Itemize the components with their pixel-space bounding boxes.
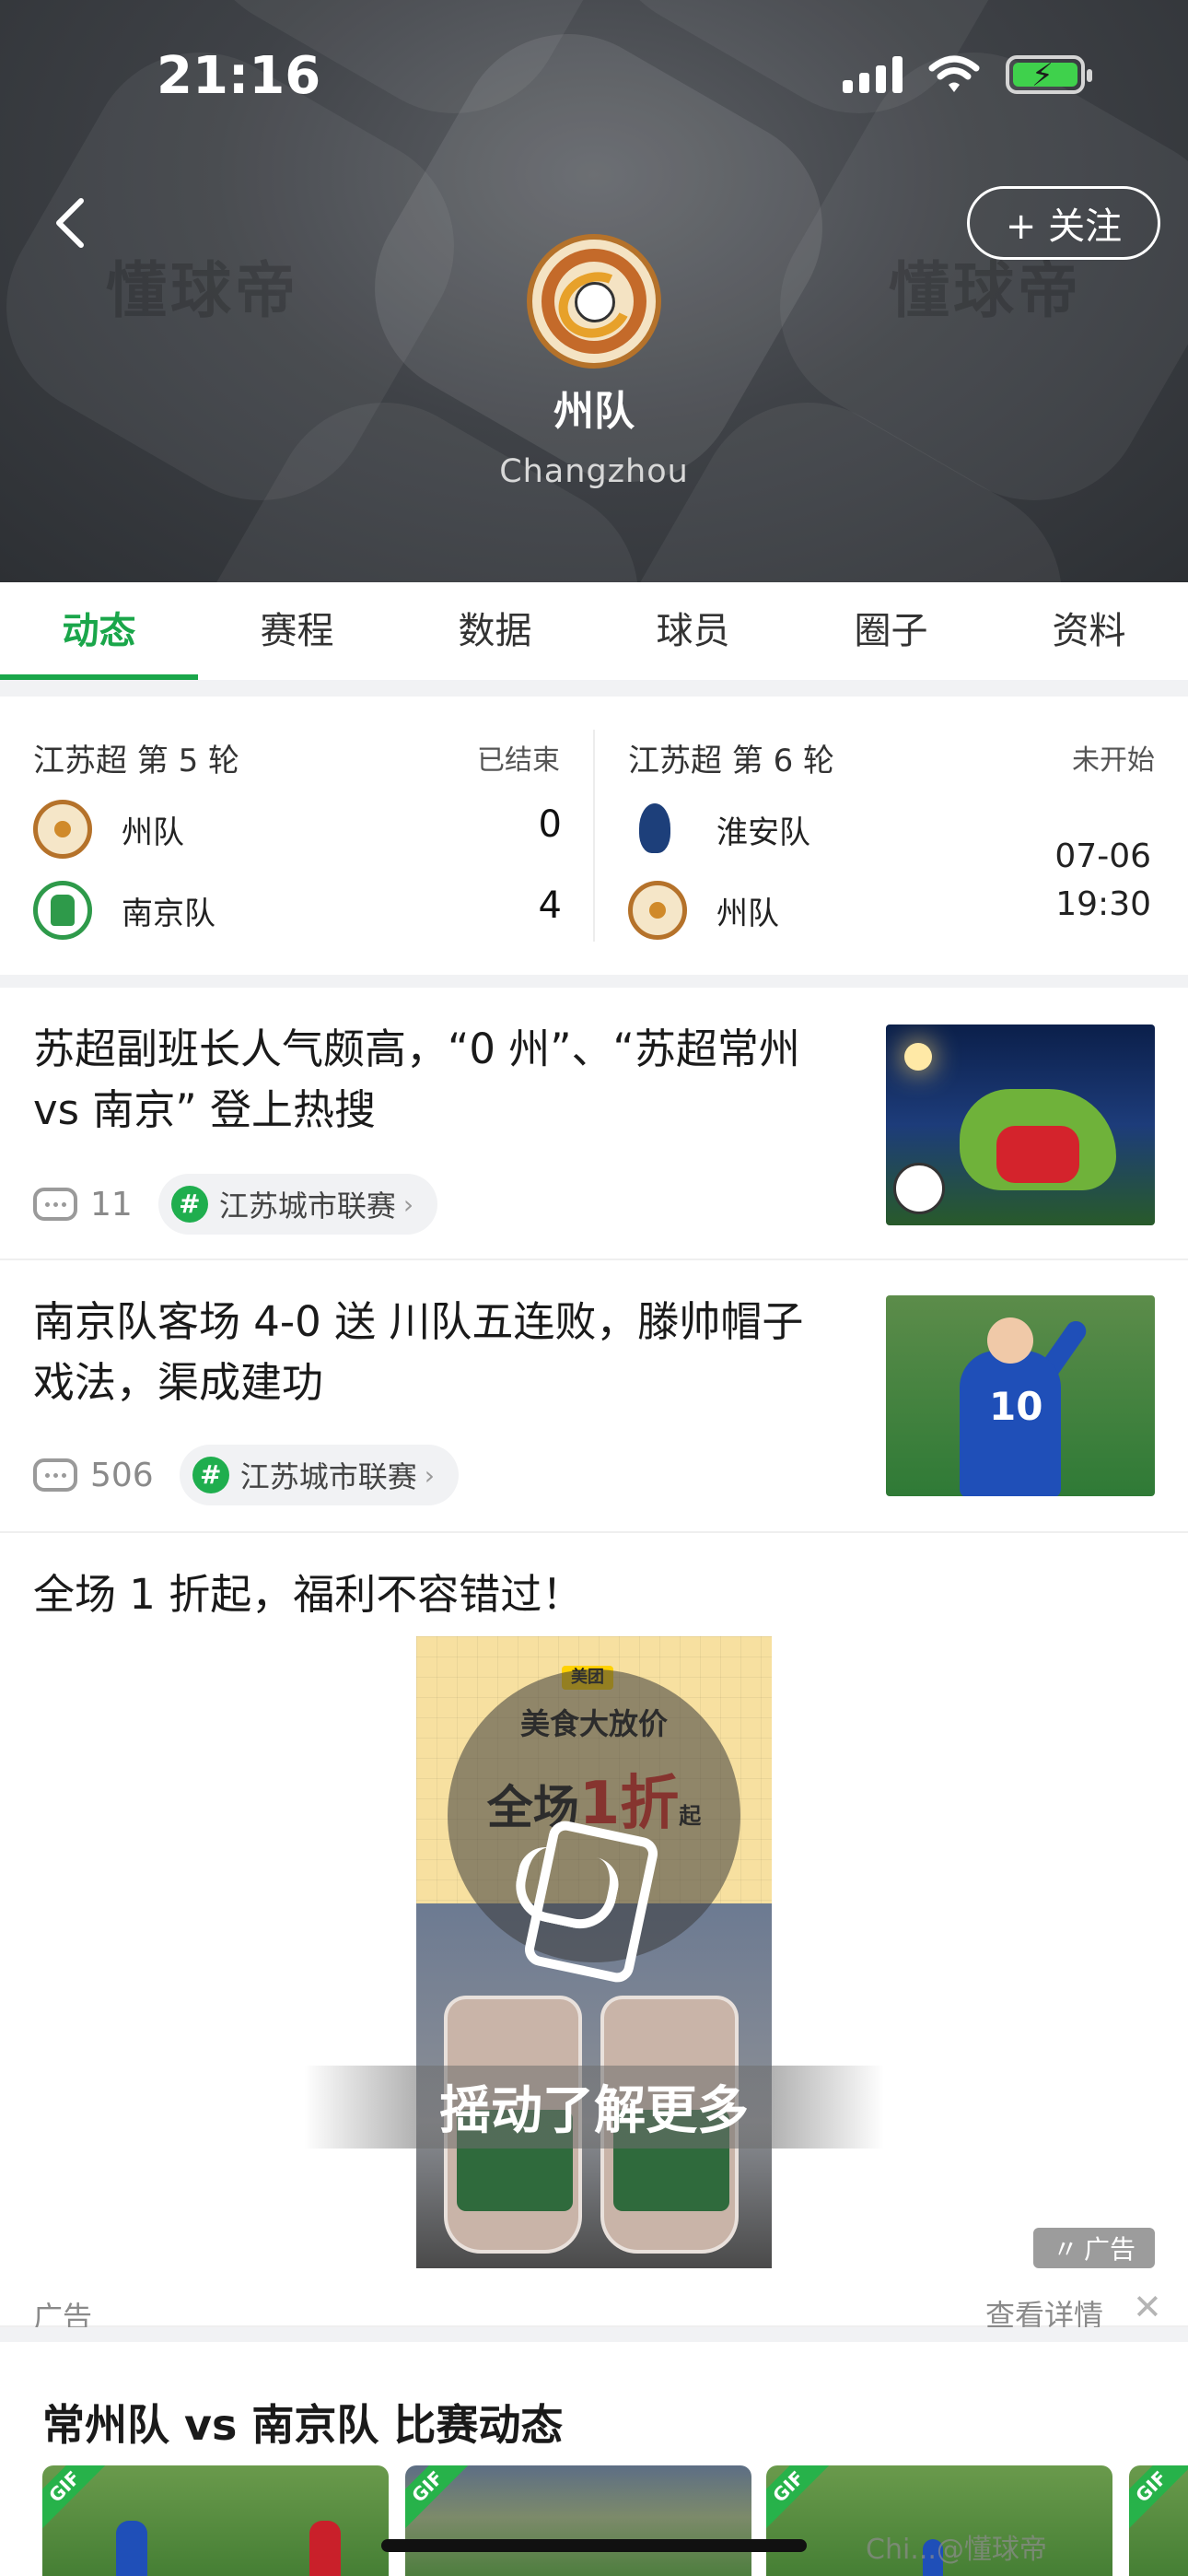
topic-tag-label: 江苏城市联赛: [218, 1188, 396, 1224]
team-logo: [527, 234, 661, 369]
match-date: 07-06: [1054, 837, 1151, 875]
tab-dynamics[interactable]: 动态: [0, 582, 198, 680]
watermark-left: 懂球帝: [106, 255, 299, 326]
news-meta: 506 # 江苏城市联赛 ›: [33, 1445, 459, 1505]
highlight-gif-card[interactable]: GIF: [1129, 2465, 1188, 2576]
changzhou-logo-icon: [33, 800, 92, 859]
follow-button[interactable]: + 关注: [967, 186, 1160, 260]
highlight-gif-card[interactable]: GIF: [42, 2465, 389, 2576]
highlights-title: 常州队 vs 南京队 比赛动态: [42, 2400, 564, 2450]
topic-tag[interactable]: # 江苏城市联赛 ›: [179, 1445, 459, 1505]
team-name: 州队: [122, 814, 184, 851]
tab-schedule[interactable]: 赛程: [198, 582, 396, 680]
news-title: 南京队客场 4-0 送 川队五连败，滕帅帽子戏法，渠成建功: [33, 1297, 804, 1407]
nanjing-logo-icon: [33, 881, 92, 940]
gif-badge: GIF: [405, 2465, 470, 2529]
status-time: 21:16: [157, 46, 321, 106]
gif-badge: GIF: [1129, 2465, 1188, 2529]
team-name: 州队: [716, 896, 779, 932]
match-status: 已结束: [477, 744, 560, 777]
tab-players[interactable]: 球员: [594, 582, 792, 680]
corner-watermark: Chi...@懂球帝: [866, 2534, 1047, 2566]
match-team-row: 南京队 4: [33, 879, 562, 943]
cellular-signal-icon: [843, 56, 903, 93]
battery-charging-icon: ⚡: [1006, 55, 1092, 94]
highlight-gif-card[interactable]: GIF: [405, 2465, 751, 2576]
topic-tag-label: 江苏城市联赛: [239, 1459, 417, 1494]
huaian-logo-icon: [628, 800, 687, 859]
news-thumbnail: 10: [886, 1295, 1155, 1496]
gif-badge: GIF: [766, 2465, 831, 2529]
topic-tag[interactable]: # 江苏城市联赛 ›: [157, 1174, 438, 1235]
tab-community[interactable]: 圈子: [792, 582, 990, 680]
status-icons: ⚡: [843, 55, 1092, 94]
gif-badge: GIF: [42, 2465, 107, 2529]
tab-info[interactable]: 资料: [990, 582, 1188, 680]
wifi-icon: [928, 55, 980, 92]
comment-icon: [33, 1188, 77, 1221]
team-name: 南京队: [122, 896, 215, 932]
news-thumbnail: [886, 1025, 1155, 1225]
tab-stats[interactable]: 数据: [396, 582, 594, 680]
match-league: 江苏超 第 5 轮: [33, 743, 240, 779]
back-arrow-icon[interactable]: [48, 195, 94, 251]
match-time: 19:30: [1055, 885, 1151, 923]
match-team-row: 州队 0: [33, 798, 562, 862]
team-score: 4: [538, 884, 562, 927]
team-header: 懂球帝 懂球帝 21:16 ⚡ + 关注 州队 Changzhou: [0, 0, 1188, 582]
home-indicator[interactable]: [381, 2539, 807, 2552]
team-score: 0: [538, 803, 562, 846]
section-divider: [0, 2327, 1188, 2342]
team-name: 州队: [553, 388, 635, 435]
comment-count: 506: [90, 1456, 154, 1494]
chevron-right-icon: ›: [424, 1459, 435, 1491]
ad-badge: 〃 广告: [1033, 2228, 1155, 2268]
news-item[interactable]: 苏超副班长人气颇高，“0 州”、“苏超常州 vs 南京” 登上热搜 11 # 江…: [0, 988, 1188, 1260]
follow-label: + 关注: [1005, 205, 1123, 248]
section-divider: [0, 975, 1188, 988]
team-name-en: Changzhou: [499, 453, 689, 490]
hashtag-icon: #: [192, 1457, 229, 1493]
match-datetime: 07-06 19:30: [1054, 833, 1151, 929]
comment-icon: [33, 1458, 77, 1492]
ad-badge-icon: 〃: [1052, 2234, 1078, 2265]
team-name: 淮安队: [716, 814, 810, 851]
news-meta: 11 # 江苏城市联赛 ›: [33, 1174, 438, 1235]
chevron-right-icon: ›: [402, 1188, 414, 1220]
match-status: 未开始: [1072, 744, 1155, 777]
hashtag-icon: #: [170, 1186, 208, 1223]
match-card-round5[interactable]: 江苏超 第 5 轮 已结束 州队 0 南京队 4: [0, 697, 593, 975]
ad-title: 全场 1 折起，福利不容错过！: [33, 1570, 584, 1619]
match-cards: 江苏超 第 5 轮 已结束 州队 0 南京队 4 江苏超 第 6 轮 未开始 淮…: [0, 697, 1188, 975]
changzhou-logo-icon: [628, 881, 687, 940]
close-icon[interactable]: ✕: [1133, 2287, 1162, 2327]
comment-count: 11: [90, 1185, 133, 1224]
section-divider: [0, 680, 1188, 697]
ad-badge-label: 广告: [1084, 2234, 1136, 2265]
shake-prompt: 摇动了解更多: [439, 2081, 749, 2141]
match-card-round6[interactable]: 江苏超 第 6 轮 未开始 淮安队 州队 07-06 19:30: [595, 697, 1188, 975]
tab-bar: 动态 赛程 数据 球员 圈子 资料: [0, 582, 1188, 680]
news-item[interactable]: 南京队客场 4-0 送 川队五连败，滕帅帽子戏法，渠成建功 10 506 # 江…: [0, 1260, 1188, 1533]
news-title: 苏超副班长人气颇高，“0 州”、“苏超常州 vs 南京” 登上热搜: [33, 1025, 800, 1134]
match-league: 江苏超 第 6 轮: [628, 743, 835, 779]
